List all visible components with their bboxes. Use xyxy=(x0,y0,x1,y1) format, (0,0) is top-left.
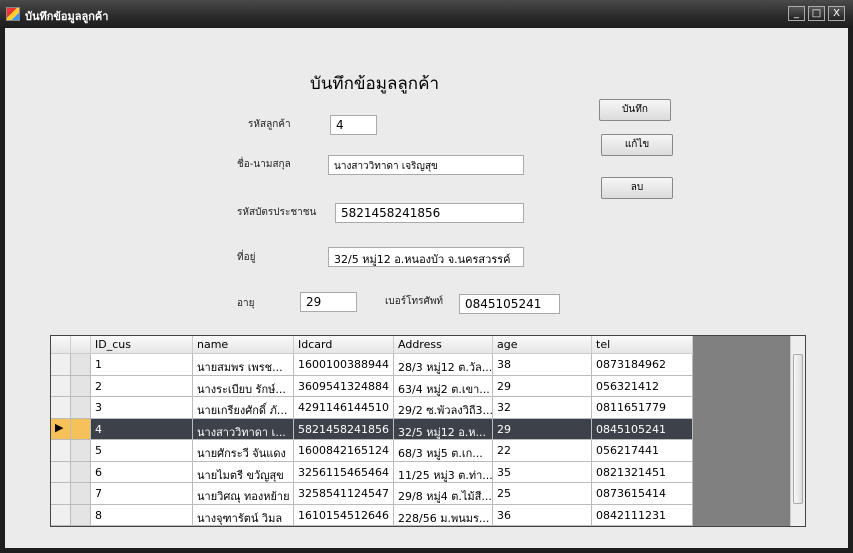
cell-address[interactable]: 68/3 หมู่5 ต.เก... xyxy=(394,440,493,462)
cell-age[interactable]: 36 xyxy=(493,504,592,526)
column-header-age[interactable]: age xyxy=(493,336,592,354)
cell-age[interactable]: 29 xyxy=(493,375,592,397)
cell-age[interactable]: 35 xyxy=(493,461,592,483)
table-row[interactable]: 2 นางระเบียบ รักษ์... 3609541324884 63/4 หม… xyxy=(51,375,693,397)
cell-name[interactable]: นายวิศณุ ทองหย้าย xyxy=(193,483,294,505)
cell-id[interactable]: 6 xyxy=(91,461,193,483)
cell-idcard[interactable]: 3258541124547 xyxy=(294,483,394,505)
table-row[interactable]: 7 นายวิศณุ ทองหย้าย 3258541124547 29/8 หมู่… xyxy=(51,483,693,505)
column-header-name[interactable]: name xyxy=(193,336,294,354)
cell-name[interactable]: นางจุฑารัตน์ วิมล xyxy=(193,504,294,526)
table-row[interactable]: 1 นายสมพร เพรช... 1600100388944 28/3 หมู่12… xyxy=(51,354,693,376)
maximize-button[interactable]: □ xyxy=(808,6,825,21)
name-label: ชื่อ-นามสกุล xyxy=(237,159,291,170)
minimize-button[interactable]: _ xyxy=(788,6,805,21)
cell-name[interactable]: นางระเบียบ รักษ์... xyxy=(193,375,294,397)
cell-address[interactable]: 63/4 หมู่2 ต.เขา... xyxy=(394,375,493,397)
column-header-address[interactable]: Address xyxy=(394,336,493,354)
age-label: อายุ xyxy=(237,298,255,309)
name-input[interactable]: นางสาววิทาดา เจริญสุข xyxy=(328,155,524,175)
table-row[interactable]: 3 นายเกรียงศักดิ์ ภั... 4291146144510 29/2 … xyxy=(51,397,693,419)
cell-address[interactable]: 32/5 หมู่12 อ.ห... xyxy=(394,418,493,440)
cell-name[interactable]: นายศักระวี จันแดง xyxy=(193,440,294,462)
cell-id[interactable]: 3 xyxy=(91,397,193,419)
column-header-tel[interactable]: tel xyxy=(592,336,693,354)
scrollbar-thumb[interactable] xyxy=(793,354,803,504)
cell-age[interactable]: 22 xyxy=(493,440,592,462)
row-header[interactable] xyxy=(51,440,71,462)
cell-idcard[interactable]: 4291146144510 xyxy=(294,397,394,419)
delete-button[interactable]: ลบ xyxy=(601,177,673,199)
cell-tel[interactable]: 056217441 xyxy=(592,440,693,462)
cell-tel[interactable]: 0873184962 xyxy=(592,354,693,376)
save-button[interactable]: บันทึก xyxy=(599,99,671,121)
cell-id[interactable]: 1 xyxy=(91,354,193,376)
tel-input[interactable]: 0845105241 xyxy=(459,294,560,314)
column-header-id[interactable]: ID_cus xyxy=(91,336,193,354)
cell-idcard[interactable]: 1600842165124 xyxy=(294,440,394,462)
cell-id[interactable]: 4 xyxy=(91,418,193,440)
row-header[interactable] xyxy=(51,504,71,526)
table-row[interactable]: ▶ 4 นางสาววิทาดา เ... 5821458241856 32/5 หมู… xyxy=(51,418,693,440)
cell-tel[interactable]: 0873615414 xyxy=(592,483,693,505)
address-label: ที่อยู่ xyxy=(237,252,256,263)
column-header-idcard[interactable]: Idcard xyxy=(294,336,394,354)
row-header[interactable] xyxy=(51,483,71,505)
row-header[interactable] xyxy=(51,375,71,397)
cell-name[interactable]: นางสาววิทาดา เ... xyxy=(193,418,294,440)
table-row[interactable]: 5 นายศักระวี จันแดง 1600842165124 68/3 หมู่… xyxy=(51,440,693,462)
cell-address[interactable]: 29/8 หมู่4 ต.ไม้สี... xyxy=(394,483,493,505)
cell-idcard[interactable]: 1610154512646 xyxy=(294,504,394,526)
customer-id-input[interactable]: 4 xyxy=(330,115,377,135)
cell-idcard[interactable]: 5821458241856 xyxy=(294,418,394,440)
edit-button[interactable]: แก้ไข xyxy=(601,134,673,156)
tel-label: เบอร์โทรศัพท์ xyxy=(385,296,444,307)
cell-idcard[interactable]: 1600100388944 xyxy=(294,354,394,376)
idcard-label: รหัสบัตรประชาชน xyxy=(237,207,317,218)
customer-data-grid[interactable]: ID_cus name Idcard Address age tel 1 นายส… xyxy=(50,335,806,527)
cell-address[interactable]: 228/56 ม.พนมร... xyxy=(394,504,493,526)
row-header[interactable] xyxy=(51,461,71,483)
cell-name[interactable]: นายเกรียงศักดิ์ ภั... xyxy=(193,397,294,419)
address-input[interactable]: 32/5 หมู่12 อ.หนองบัว จ.นครสวรรค์ xyxy=(328,247,524,267)
cell-id[interactable]: 2 xyxy=(91,375,193,397)
page-title: บันทึกข้อมูลลูกค้า xyxy=(310,74,439,94)
cell-name[interactable]: นายไมตรี ขวัญสุข xyxy=(193,461,294,483)
cell-age[interactable]: 32 xyxy=(493,397,592,419)
cell-name[interactable]: นายสมพร เพรช... xyxy=(193,354,294,376)
cell-tel[interactable]: 0821321451 xyxy=(592,461,693,483)
cell-id[interactable]: 8 xyxy=(91,504,193,526)
row-header[interactable] xyxy=(51,397,71,419)
cell-id[interactable]: 7 xyxy=(91,483,193,505)
cell-age[interactable]: 38 xyxy=(493,354,592,376)
grid-header-row: ID_cus name Idcard Address age tel xyxy=(51,336,693,354)
title-bar: บันทึกข้อมูลลูกค้า _ □ X xyxy=(0,0,853,28)
table-row[interactable]: 8 นางจุฑารัตน์ วิมล 1610154512646 228/56 ม.… xyxy=(51,504,693,526)
cell-tel[interactable]: 0811651779 xyxy=(592,397,693,419)
app-icon xyxy=(6,7,20,21)
cell-idcard[interactable]: 3609541324884 xyxy=(294,375,394,397)
age-input[interactable]: 29 xyxy=(300,292,357,312)
cell-idcard[interactable]: 3256115465464 xyxy=(294,461,394,483)
idcard-input[interactable]: 5821458241856 xyxy=(335,203,524,223)
cell-address[interactable]: 28/3 หมู่12 ต.วัล... xyxy=(394,354,493,376)
cell-address[interactable]: 11/25 หมู่3 ต.ท่า... xyxy=(394,461,493,483)
cell-tel[interactable]: 0845105241 xyxy=(592,418,693,440)
cell-tel[interactable]: 056321412 xyxy=(592,375,693,397)
cell-address[interactable]: 29/2 ซ.พัวลงวิถี3... xyxy=(394,397,493,419)
row-header[interactable] xyxy=(51,354,71,376)
cell-age[interactable]: 29 xyxy=(493,418,592,440)
customer-id-label: รหัสลูกค้า xyxy=(248,119,291,130)
table-row[interactable]: 6 นายไมตรี ขวัญสุข 3256115465464 11/25 หมู่… xyxy=(51,461,693,483)
current-row-marker-icon: ▶ xyxy=(55,420,64,434)
cell-tel[interactable]: 0842111231 xyxy=(592,504,693,526)
window-title: บันทึกข้อมูลลูกค้า xyxy=(25,10,109,23)
row-header[interactable]: ▶ xyxy=(51,418,71,440)
vertical-scrollbar[interactable] xyxy=(790,336,805,526)
cell-age[interactable]: 25 xyxy=(493,483,592,505)
cell-id[interactable]: 5 xyxy=(91,440,193,462)
close-button[interactable]: X xyxy=(828,6,845,21)
